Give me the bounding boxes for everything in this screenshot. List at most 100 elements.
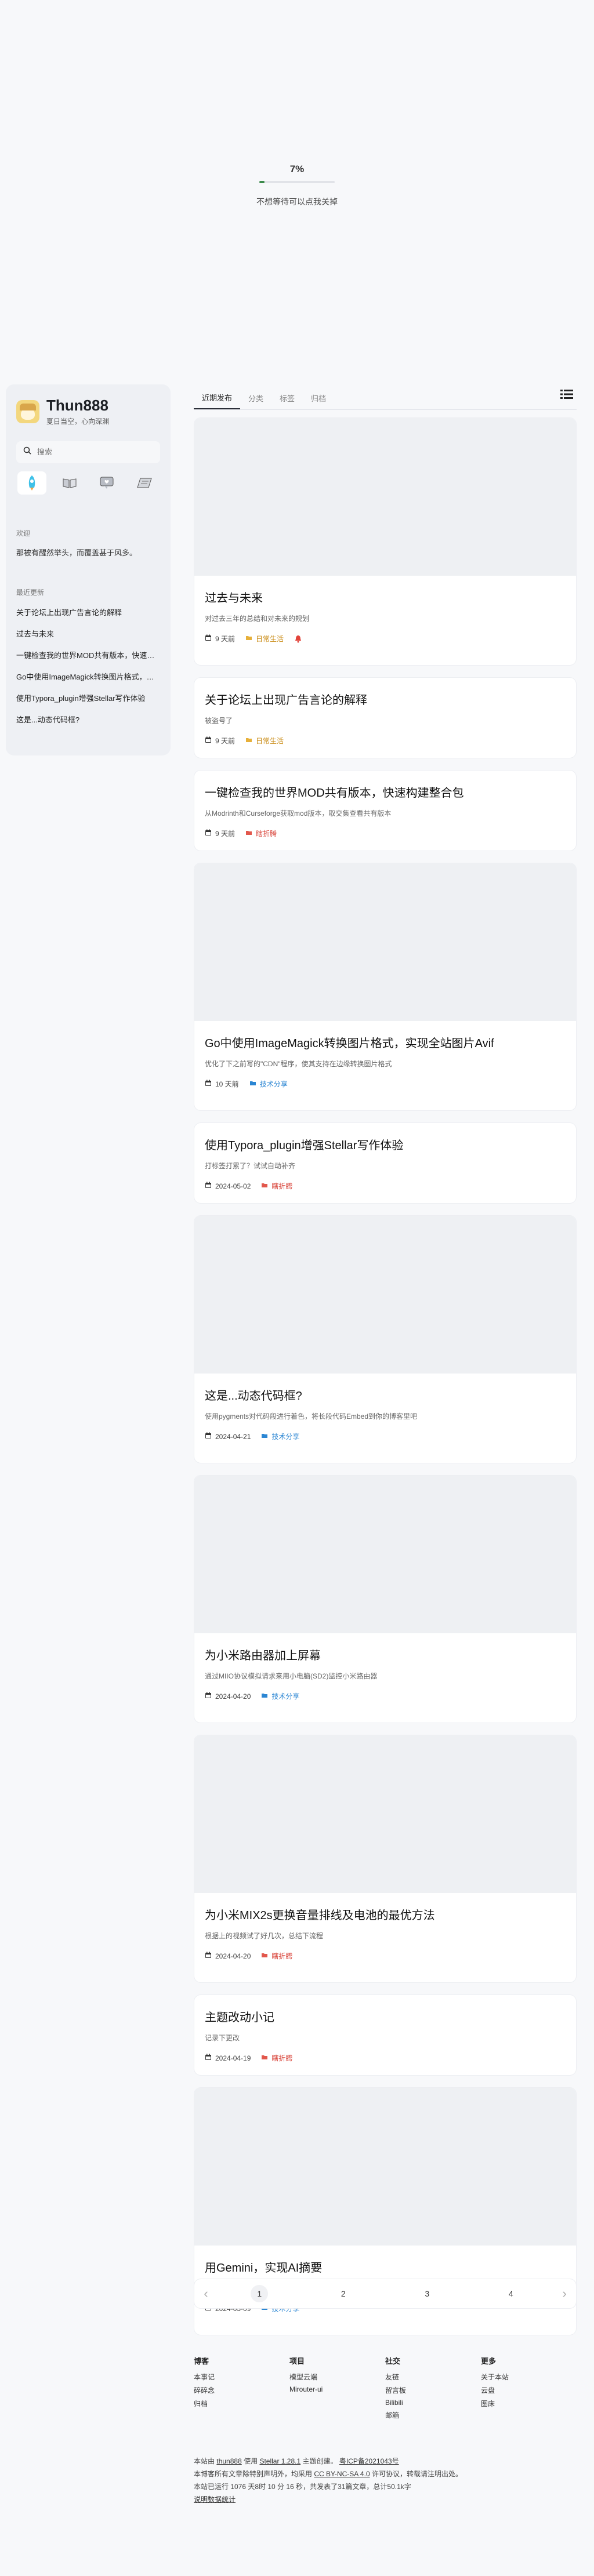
footer-link[interactable]: 图床 xyxy=(481,2399,577,2408)
next-page-button[interactable]: › xyxy=(553,2286,576,2301)
list-view-icon[interactable] xyxy=(557,384,577,404)
close-loader-link[interactable]: 不想等待可以点我关掉 xyxy=(256,196,338,208)
post-card[interactable]: 一键检查我的世界MOD共有版本，快速构建整合包 从Modrinth和Cursefo… xyxy=(194,770,577,851)
footer-text: 本博客所有文章除特别声明外，均采用 xyxy=(194,2470,313,2478)
post-category-text[interactable]: 瞎折腾 xyxy=(256,829,277,838)
post-title[interactable]: 这是...动态代码框? xyxy=(205,1386,566,1403)
post-category[interactable]: 瞎折腾 xyxy=(261,2053,292,2063)
prev-page-button[interactable]: ‹ xyxy=(194,2286,218,2301)
footer-link[interactable]: Mirouter-ui xyxy=(289,2385,385,2393)
post-cover-image[interactable] xyxy=(194,2088,576,2246)
site-title[interactable]: Thun888 xyxy=(46,397,109,414)
license-link[interactable]: CC BY-NC-SA 4.0 xyxy=(314,2470,370,2478)
post-cover-image[interactable] xyxy=(194,1476,576,1633)
post-meta: 2024-04-19 瞎折腾 xyxy=(205,2053,566,2063)
post-title[interactable]: Go中使用ImageMagick转换图片格式，实现全站图片Avif xyxy=(205,1034,566,1051)
footer-link[interactable]: 本事记 xyxy=(194,2372,289,2382)
current-page[interactable]: 1 xyxy=(251,2285,269,2302)
icp-link[interactable]: 粤ICP备2021043号 xyxy=(339,2457,399,2465)
post-category-text[interactable]: 瞎折腾 xyxy=(271,1181,292,1191)
post-cover-image[interactable] xyxy=(194,1216,576,1374)
tab-archive[interactable]: 归档 xyxy=(303,393,334,409)
tab-tags[interactable]: 标签 xyxy=(271,393,303,409)
brand[interactable]: Thun888 夏日当空，心向深渊 xyxy=(16,397,160,426)
recent-item[interactable]: Go中使用ImageMagick转换图片格式，实现全站图片Avif xyxy=(16,671,160,682)
avatar xyxy=(16,399,39,423)
post-title[interactable]: 主题改动小记 xyxy=(205,2008,566,2025)
footer-link[interactable]: 云盘 xyxy=(481,2385,577,2395)
post-category-text[interactable]: 日常生活 xyxy=(256,634,284,644)
recent-item[interactable]: 一键检查我的世界MOD共有版本，快速构建整合包 xyxy=(16,649,160,660)
page-link[interactable]: 3 xyxy=(385,2289,469,2298)
post-card[interactable]: 关于论坛上出现广告言论的解释 被盗号了 9 天前 日常生活 xyxy=(194,677,577,758)
post-category-text[interactable]: 瞎折腾 xyxy=(271,2053,292,2063)
book-icon[interactable] xyxy=(55,471,84,495)
post-cover-image[interactable] xyxy=(194,863,576,1021)
post-title[interactable]: 为小米路由器加上屏幕 xyxy=(205,1646,566,1663)
post-excerpt: 记录下更改 xyxy=(205,2034,240,2042)
footer-link[interactable]: 关于本站 xyxy=(481,2372,577,2382)
post-title[interactable]: 一键检查我的世界MOD共有版本，快速构建整合包 xyxy=(205,783,566,800)
post-title[interactable]: 为小米MIX2s更换音量排线及电池的最优方法 xyxy=(205,1906,566,1923)
post-category-text[interactable]: 技术分享 xyxy=(260,1079,288,1089)
page-link[interactable]: 2 xyxy=(302,2289,386,2298)
author-link[interactable]: thun888 xyxy=(216,2457,241,2465)
post-title[interactable]: 用Gemini，实现AI摘要 xyxy=(205,2258,566,2275)
post-card[interactable]: 为小米MIX2s更换音量排线及电池的最优方法 根据上的视频试了好几次，总结下流程 2… xyxy=(194,1735,577,1983)
recent-item[interactable]: 关于论坛上出现广告言论的解释 xyxy=(16,606,160,617)
post-category[interactable]: 技术分享 xyxy=(261,1691,299,1701)
post-category[interactable]: 瞎折腾 xyxy=(261,1951,292,1961)
rocket-icon[interactable] xyxy=(17,471,46,495)
footer-link[interactable]: 留言板 xyxy=(385,2385,481,2395)
post-category-text[interactable]: 技术分享 xyxy=(271,1431,299,1441)
theme-link[interactable]: Stellar 1.28.1 xyxy=(259,2457,300,2465)
post-category[interactable]: 技术分享 xyxy=(261,1431,299,1441)
footer-link[interactable]: 模型云端 xyxy=(289,2372,385,2382)
post-title[interactable]: 关于论坛上出现广告言论的解释 xyxy=(205,691,566,707)
post-card[interactable]: Go中使用ImageMagick转换图片格式，实现全站图片Avif 优化了下之前写… xyxy=(194,863,577,1111)
loading-overlay[interactable]: 7% 不想等待可以点我关掉 xyxy=(0,0,594,371)
recent-item[interactable]: 这是...动态代码框? xyxy=(16,714,160,725)
post-category[interactable]: 日常生活 xyxy=(245,736,284,746)
post-excerpt: 对过去三年的总结和对未来的规划 xyxy=(205,615,310,623)
post-date: 2024-04-21 xyxy=(205,1432,251,1441)
post-card[interactable]: 过去与未来 对过去三年的总结和对未来的规划 9 天前 日常生活 xyxy=(194,417,577,666)
post-cover-image[interactable] xyxy=(194,1735,576,1893)
page-link[interactable]: 1 xyxy=(218,2285,302,2302)
calendar-icon xyxy=(205,1692,212,1701)
post-card[interactable]: 使用Typora_plugin增强Stellar写作体验 打标签打累了？试试自动补… xyxy=(194,1122,577,1204)
footer-link[interactable]: 归档 xyxy=(194,2399,289,2408)
post-date-text: 2024-04-20 xyxy=(215,1692,251,1701)
post-category-text[interactable]: 日常生活 xyxy=(256,736,284,746)
search-box[interactable] xyxy=(16,441,160,463)
recent-item[interactable]: 过去与未来 xyxy=(16,628,160,639)
recent-item[interactable]: 使用Typora_plugin增强Stellar写作体验 xyxy=(16,692,160,703)
page-link[interactable]: 4 xyxy=(469,2289,553,2298)
post-title[interactable]: 过去与未来 xyxy=(205,588,566,605)
footer-link[interactable]: 友链 xyxy=(385,2372,481,2382)
post-category[interactable]: 瞎折腾 xyxy=(261,1181,292,1191)
tab-categories[interactable]: 分类 xyxy=(240,393,271,409)
paper-icon[interactable] xyxy=(130,471,159,495)
post-card[interactable]: 这是...动态代码框? 使用pygments对代码段进行着色，将长段代码Embed… xyxy=(194,1215,577,1463)
post-excerpt: 通过MIIO协议模拟请求来用小电脑(SD2)监控小米路由器 xyxy=(205,1672,378,1680)
post-date: 9 天前 xyxy=(205,829,235,838)
footer-link[interactable]: 碎碎念 xyxy=(194,2385,289,2395)
post-category[interactable]: 技术分享 xyxy=(249,1079,288,1089)
footer-stats-note[interactable]: 说明数据统计 xyxy=(194,2494,577,2504)
post-category[interactable]: 瞎折腾 xyxy=(245,829,277,838)
post-card[interactable]: 主题改动小记记录下更改 2024-04-19 瞎折腾 xyxy=(194,1994,577,2076)
post-category-text[interactable]: 技术分享 xyxy=(271,1691,299,1701)
post-category-text[interactable]: 瞎折腾 xyxy=(271,1951,292,1961)
post-card[interactable]: 为小米路由器加上屏幕通过MIIO协议模拟请求来用小电脑(SD2)监控小米路由器 2… xyxy=(194,1475,577,1723)
post-category[interactable]: 日常生活 xyxy=(245,634,284,644)
footer-link[interactable]: Bilibili xyxy=(385,2399,481,2407)
post-title[interactable]: 使用Typora_plugin增强Stellar写作体验 xyxy=(205,1136,566,1153)
search-input[interactable] xyxy=(37,448,153,457)
stats-link[interactable]: 说明数据统计 xyxy=(194,2495,236,2504)
post-cover-image[interactable] xyxy=(194,418,576,576)
tab-recent[interactable]: 近期发布 xyxy=(194,392,241,409)
heart-chat-icon[interactable] xyxy=(92,471,121,495)
footer-link[interactable]: 邮箱 xyxy=(385,2410,481,2420)
post-excerpt: 根据上的视频试了好几次，总结下流程 xyxy=(205,1932,324,1940)
